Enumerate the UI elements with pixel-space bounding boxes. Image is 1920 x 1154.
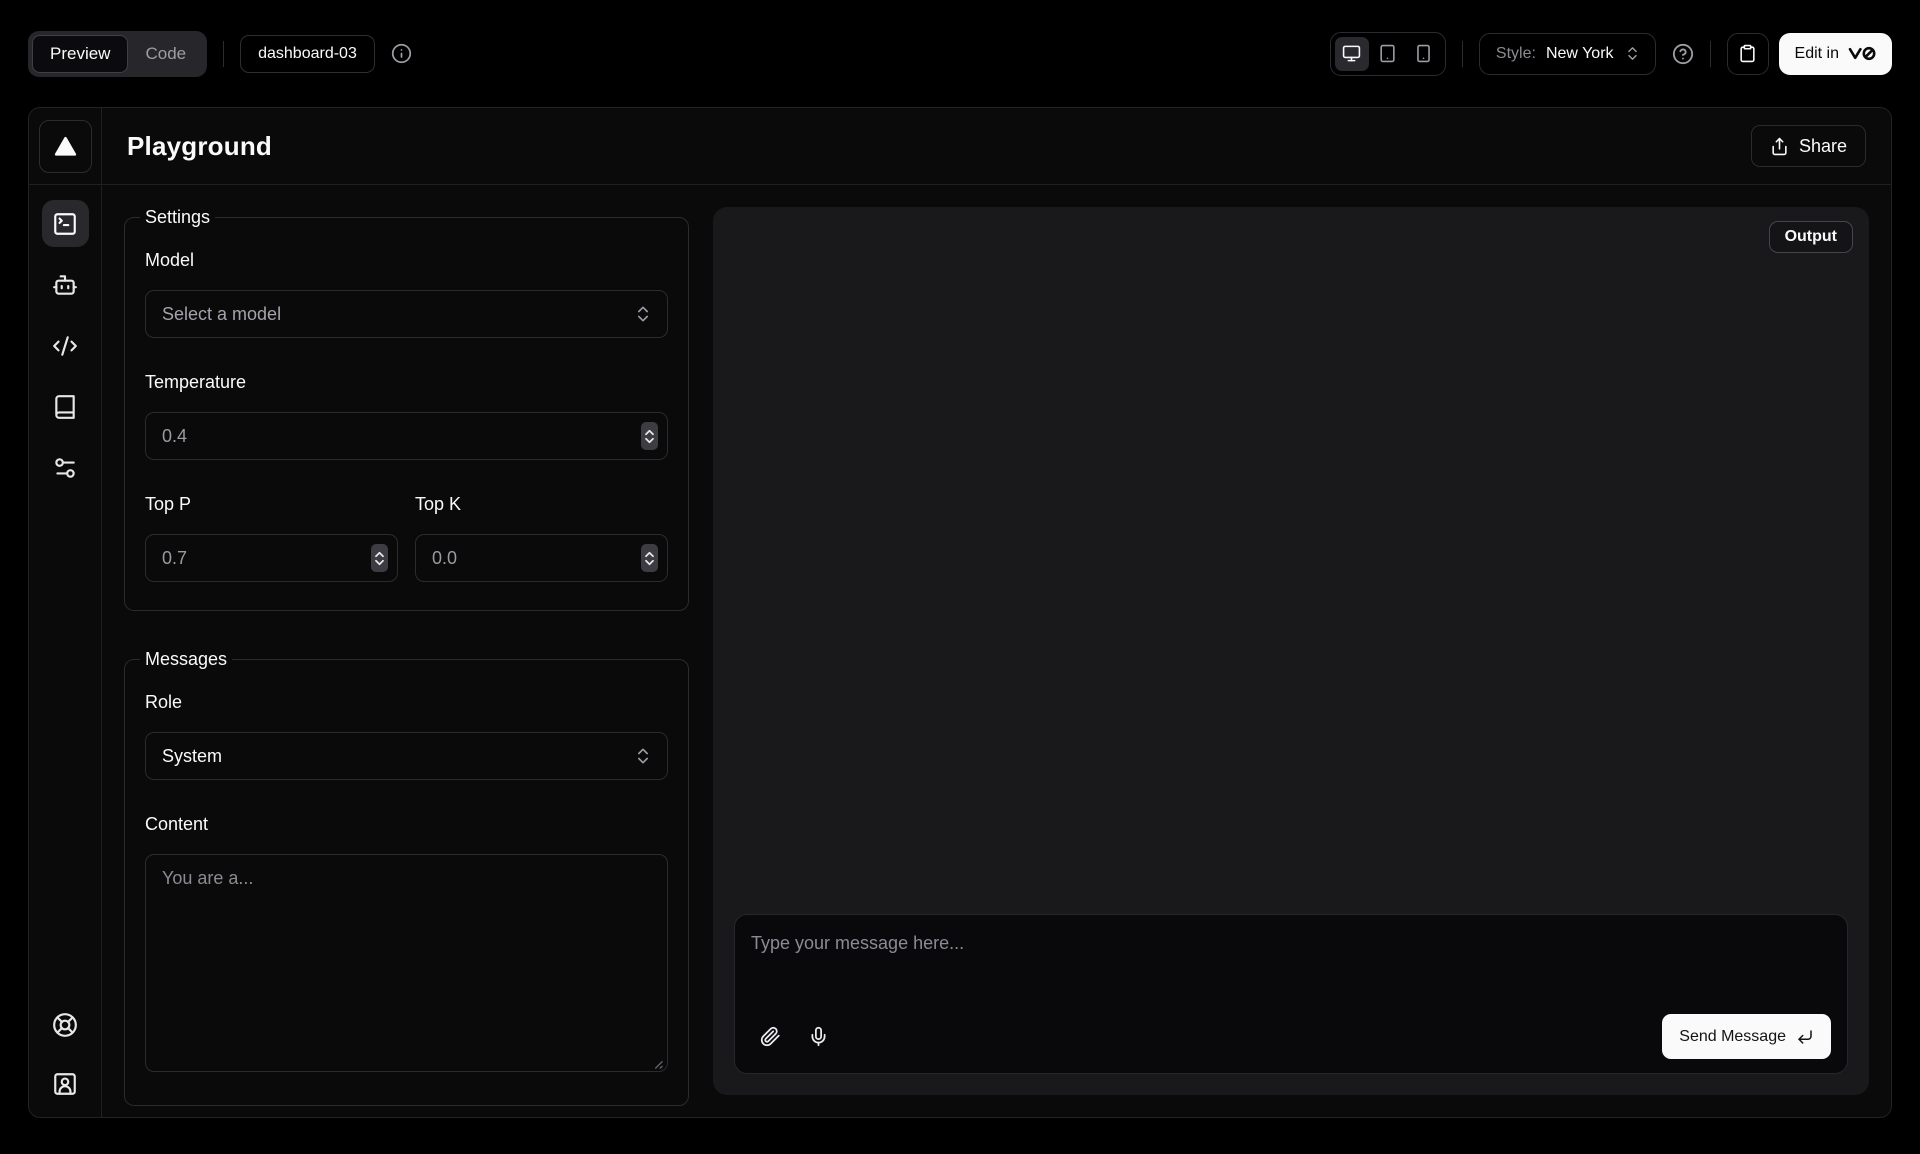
edit-in-v0-button[interactable]: Edit in — [1779, 33, 1892, 75]
clipboard-icon[interactable] — [1727, 33, 1769, 75]
app-panel: Playground Share Settings Model Select a… — [28, 107, 1892, 1118]
model-select[interactable]: Select a model — [145, 290, 668, 338]
settings-sliders-icon — [52, 455, 78, 481]
edit-in-label: Edit in — [1795, 45, 1839, 63]
paperclip-icon — [760, 1026, 781, 1047]
monitor-icon[interactable] — [1335, 37, 1369, 71]
share-button-label: Share — [1799, 136, 1847, 157]
block-name-badge[interactable]: dashboard-03 — [240, 35, 375, 73]
bot-icon — [52, 272, 78, 298]
temperature-input[interactable] — [145, 412, 668, 460]
page-title: Playground — [127, 131, 272, 162]
book-icon — [52, 394, 78, 420]
divider — [1710, 41, 1711, 67]
divider — [1462, 41, 1463, 67]
viewport-toggle-group — [1330, 32, 1446, 76]
sidebar-bottom-nav — [42, 986, 89, 1117]
settings-column: Settings Model Select a model Temperatur… — [124, 207, 689, 1095]
share-button[interactable]: Share — [1751, 125, 1866, 167]
output-badge: Output — [1769, 221, 1853, 253]
code-icon — [52, 333, 78, 359]
v0-logo-icon — [1848, 46, 1876, 61]
output-pane: Output — [713, 207, 1869, 1095]
style-select-label: Style: — [1496, 45, 1536, 63]
sidebar-item-playground[interactable] — [42, 200, 89, 247]
send-message-label: Send Message — [1679, 1028, 1786, 1046]
tab-preview[interactable]: Preview — [32, 35, 128, 73]
number-spinner[interactable] — [371, 544, 388, 572]
chevrons-up-down-icon — [633, 304, 653, 324]
settings-fieldset: Settings Model Select a model Temperatur… — [124, 207, 689, 611]
message-composer: Send Message — [734, 914, 1848, 1074]
content-label: Content — [145, 812, 668, 836]
sidebar-nav — [42, 185, 89, 491]
chevrons-up-down-icon — [633, 746, 653, 766]
role-select[interactable]: System — [145, 732, 668, 780]
model-label: Model — [145, 248, 668, 272]
content-textarea[interactable] — [145, 854, 668, 1072]
top-k-input[interactable] — [415, 534, 668, 582]
square-user-icon — [52, 1071, 78, 1097]
square-terminal-icon — [52, 211, 78, 237]
sidebar-item-documentation[interactable] — [42, 383, 89, 430]
style-select-value: New York — [1546, 45, 1614, 63]
mic-icon — [808, 1026, 829, 1047]
divider — [223, 41, 224, 67]
message-input[interactable] — [751, 923, 1831, 1014]
info-icon[interactable] — [391, 43, 412, 64]
attach-file-button[interactable] — [751, 1018, 789, 1056]
tab-code[interactable]: Code — [128, 35, 203, 73]
top-p-label: Top P — [145, 492, 398, 516]
model-select-value: Select a model — [162, 304, 633, 325]
share-icon — [1770, 137, 1789, 156]
view-toggle: Preview Code — [28, 31, 207, 77]
tablet-icon[interactable] — [1371, 37, 1405, 71]
smartphone-icon[interactable] — [1407, 37, 1441, 71]
role-label: Role — [145, 690, 668, 714]
sidebar-item-account[interactable] — [42, 1060, 89, 1107]
style-select[interactable]: Style: New York — [1479, 33, 1656, 75]
number-spinner[interactable] — [641, 544, 658, 572]
microphone-button[interactable] — [799, 1018, 837, 1056]
chevrons-up-down-icon — [1624, 45, 1641, 62]
role-select-value: System — [162, 746, 633, 767]
preview-toolbar: Preview Code dashboard-03 Style: New Yor… — [0, 0, 1920, 107]
messages-legend: Messages — [140, 649, 232, 670]
life-buoy-icon — [52, 1012, 78, 1038]
settings-legend: Settings — [140, 207, 215, 228]
corner-down-left-icon — [1796, 1028, 1814, 1046]
sidebar-item-help[interactable] — [42, 1001, 89, 1048]
top-p-input[interactable] — [145, 534, 398, 582]
sidebar-item-settings[interactable] — [42, 444, 89, 491]
page-header: Playground Share — [102, 108, 1891, 185]
sidebar-item-api[interactable] — [42, 322, 89, 369]
top-k-label: Top K — [415, 492, 668, 516]
number-spinner[interactable] — [641, 422, 658, 450]
send-message-button[interactable]: Send Message — [1662, 1014, 1831, 1059]
messages-fieldset: Messages Role System Content — [124, 649, 689, 1106]
sidebar-item-models[interactable] — [42, 261, 89, 308]
triangle-logo[interactable] — [39, 120, 92, 173]
temperature-label: Temperature — [145, 370, 668, 394]
sidebar — [29, 108, 102, 1117]
sidebar-logo-area — [29, 108, 101, 185]
help-circle-icon[interactable] — [1672, 43, 1694, 65]
